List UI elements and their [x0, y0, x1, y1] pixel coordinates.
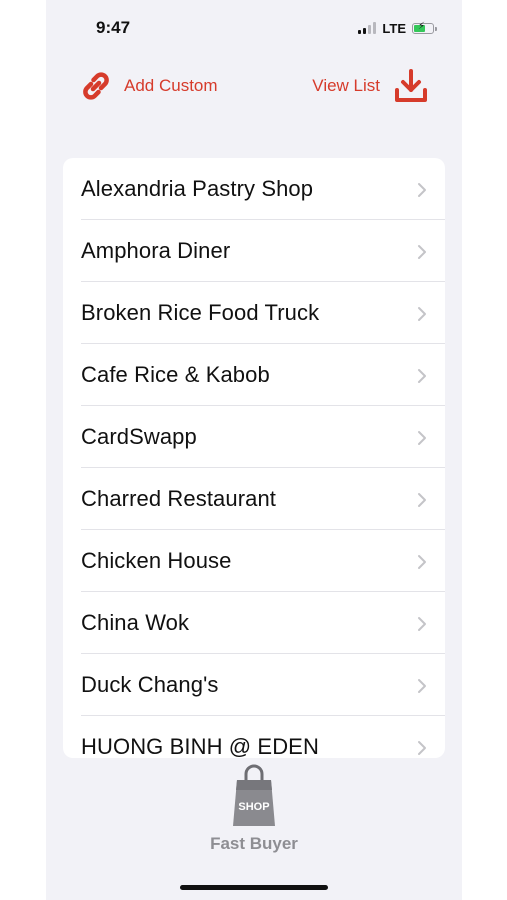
list-item-label: China Wok: [81, 610, 190, 635]
list-item-label: Cafe Rice & Kabob: [81, 362, 270, 387]
list-item-label: Broken Rice Food Truck: [81, 300, 320, 325]
view-list-label: View List: [312, 76, 380, 95]
home-indicator[interactable]: [180, 885, 328, 890]
list-item[interactable]: CardSwapp: [63, 406, 445, 468]
status-time: 9:47: [96, 18, 131, 37]
view-list-button[interactable]: View List: [312, 68, 428, 104]
tab-label: Fast Buyer: [210, 834, 298, 853]
list-item-label: Duck Chang's: [81, 672, 219, 697]
list-item[interactable]: China Wok: [63, 592, 445, 654]
add-custom-button[interactable]: Add Custom: [78, 68, 218, 104]
list-item-label: Amphora Diner: [81, 238, 231, 263]
tab-bar: SHOP Fast Buyer: [46, 758, 462, 900]
battery-icon: ⚡: [412, 21, 437, 34]
restaurant-list: Alexandria Pastry Shop Amphora Diner Bro…: [63, 158, 445, 758]
list-item[interactable]: Duck Chang's: [63, 654, 445, 716]
shopping-bag-icon: SHOP: [233, 764, 275, 826]
list-item[interactable]: Amphora Diner: [63, 220, 445, 282]
list-item[interactable]: Cafe Rice & Kabob: [63, 344, 445, 406]
link-icon: [83, 72, 109, 100]
chevron-right-icon: [418, 555, 426, 569]
chevron-right-icon: [418, 183, 426, 197]
list-item-label: HUONG BINH @ EDEN: [81, 734, 319, 758]
list-item[interactable]: Alexandria Pastry Shop: [63, 158, 445, 220]
list-item-label: Charred Restaurant: [81, 486, 277, 511]
tab-fast-buyer[interactable]: SHOP Fast Buyer: [196, 764, 312, 854]
download-icon: [395, 69, 427, 102]
shop-bag-text: SHOP: [238, 801, 269, 813]
list-item-label: CardSwapp: [81, 424, 197, 449]
chevron-right-icon: [418, 369, 426, 383]
list-item[interactable]: HUONG BINH @ EDEN: [63, 716, 445, 758]
toolbar: Add Custom View List: [46, 64, 462, 110]
status-indicators: LTE ⚡: [358, 20, 437, 36]
chevron-right-icon: [418, 245, 426, 259]
list-item[interactable]: Chicken House: [63, 530, 445, 592]
list-item-label: Alexandria Pastry Shop: [81, 176, 314, 201]
phone-screen: 9:47 LTE ⚡ Add Custom View List Alexandr…: [46, 0, 462, 900]
chevron-right-icon: [418, 431, 426, 445]
signal-icon: [358, 22, 377, 34]
chevron-right-icon: [418, 741, 426, 755]
chevron-right-icon: [418, 307, 426, 321]
network-type: LTE: [382, 20, 406, 36]
chevron-right-icon: [418, 493, 426, 507]
add-custom-label: Add Custom: [124, 76, 218, 95]
status-bar: 9:47 LTE ⚡: [46, 0, 462, 56]
chevron-right-icon: [418, 617, 426, 631]
list-item[interactable]: Broken Rice Food Truck: [63, 282, 445, 344]
list-item[interactable]: Charred Restaurant: [63, 468, 445, 530]
chevron-right-icon: [418, 679, 426, 693]
list-item-label: Chicken House: [81, 548, 232, 573]
